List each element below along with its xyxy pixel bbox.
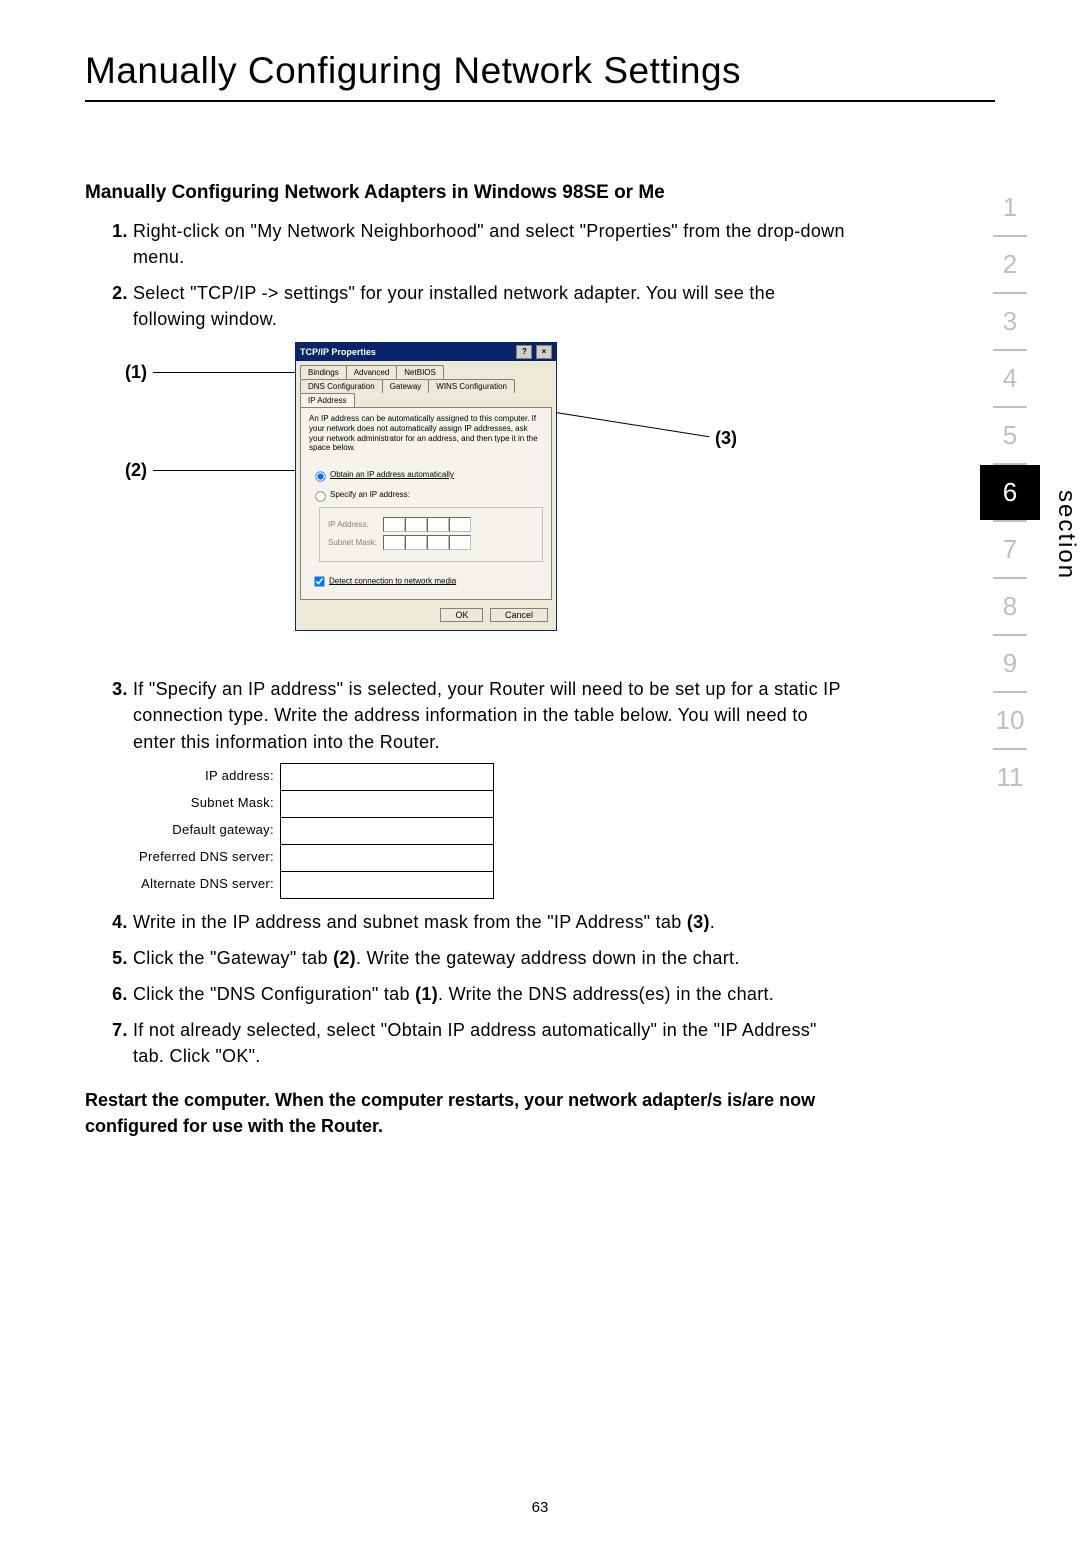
writein-mask-label: Subnet Mask: bbox=[139, 790, 280, 817]
sidebar-item-4[interactable]: 4 bbox=[980, 351, 1040, 406]
callout-1-line bbox=[153, 372, 298, 373]
dialog-titlebar: TCP/IP Properties ? × bbox=[296, 343, 556, 361]
dialog-figure: (1) (2) (3) TCP/IP Properties ? × Bindin… bbox=[125, 342, 995, 662]
sidebar-item-7[interactable]: 7 bbox=[980, 522, 1040, 577]
step-4-text-c: . bbox=[710, 912, 715, 932]
callout-2: (2) bbox=[125, 460, 147, 481]
subnet-mask-input[interactable] bbox=[383, 535, 471, 550]
sidebar-item-5[interactable]: 5 bbox=[980, 408, 1040, 463]
detect-connection-row[interactable]: Detect connection to network media bbox=[309, 572, 543, 591]
tab-ip-address[interactable]: IP Address bbox=[300, 393, 355, 407]
writein-pdns-label: Preferred DNS server: bbox=[139, 844, 280, 871]
step-1: Right-click on "My Network Neighborhood"… bbox=[133, 218, 853, 270]
callout-3: (3) bbox=[715, 428, 737, 449]
tab-gateway[interactable]: Gateway bbox=[382, 379, 430, 393]
tab-bindings[interactable]: Bindings bbox=[300, 365, 347, 379]
step-5-text-c: . Write the gateway address down in the … bbox=[356, 948, 740, 968]
step-6-text-c: . Write the DNS address(es) in the chart… bbox=[438, 984, 774, 1004]
ip-address-input[interactable] bbox=[383, 517, 471, 532]
tab-netbios[interactable]: NetBIOS bbox=[396, 365, 444, 379]
radio-specify[interactable]: Specify an IP address: bbox=[309, 487, 543, 503]
ip-fieldgroup: IP Address: Subnet Mask: bbox=[319, 507, 543, 562]
restart-note: Restart the computer. When the computer … bbox=[85, 1087, 825, 1139]
writein-adns-label: Alternate DNS server: bbox=[139, 871, 280, 898]
step-5-ref: (2) bbox=[333, 948, 356, 968]
sidebar-item-9[interactable]: 9 bbox=[980, 636, 1040, 691]
sidebar-item-1[interactable]: 1 bbox=[980, 180, 1040, 235]
step-3: If "Specify an IP address" is selected, … bbox=[133, 676, 853, 898]
sidebar-item-3[interactable]: 3 bbox=[980, 294, 1040, 349]
step-6-ref: (1) bbox=[415, 984, 438, 1004]
radio-specify-label: Specify an IP address: bbox=[330, 490, 410, 499]
step-6: Click the "DNS Configuration" tab (1). W… bbox=[133, 981, 853, 1007]
writein-table: IP address: Subnet Mask: Default gateway… bbox=[139, 763, 494, 899]
sidebar-item-11[interactable]: 11 bbox=[980, 750, 1040, 805]
subnet-mask-label: Subnet Mask: bbox=[328, 538, 383, 547]
sidebar-item-6[interactable]: 6 bbox=[980, 465, 1040, 520]
detect-connection-checkbox[interactable] bbox=[314, 576, 324, 586]
writein-ip-box[interactable] bbox=[280, 763, 493, 790]
radio-obtain-auto-label: Obtain an IP address automatically bbox=[330, 470, 454, 479]
step-4-ref: (3) bbox=[687, 912, 710, 932]
writein-gw-box[interactable] bbox=[280, 817, 493, 844]
step-6-text-a: Click the "DNS Configuration" tab bbox=[133, 984, 415, 1004]
dialog-description: An IP address can be automatically assig… bbox=[309, 414, 543, 452]
step-4-text-a: Write in the IP address and subnet mask … bbox=[133, 912, 687, 932]
section-label: section bbox=[1052, 490, 1080, 580]
section-heading: Manually Configuring Network Adapters in… bbox=[85, 182, 995, 204]
step-4: Write in the IP address and subnet mask … bbox=[133, 909, 853, 935]
section-sidebar: 1 2 3 4 5 6 7 8 9 10 11 bbox=[980, 180, 1040, 805]
radio-specify-input[interactable] bbox=[315, 491, 325, 501]
dialog-title-text: TCP/IP Properties bbox=[300, 347, 376, 357]
tab-advanced[interactable]: Advanced bbox=[346, 365, 398, 379]
tcpip-dialog: TCP/IP Properties ? × Bindings Advanced … bbox=[295, 342, 557, 630]
sidebar-item-10[interactable]: 10 bbox=[980, 693, 1040, 748]
tab-wins-configuration[interactable]: WINS Configuration bbox=[428, 379, 515, 393]
detect-connection-label: Detect connection to network media bbox=[329, 576, 456, 585]
tab-dns-configuration[interactable]: DNS Configuration bbox=[300, 379, 383, 393]
sidebar-item-2[interactable]: 2 bbox=[980, 237, 1040, 292]
writein-ip-label: IP address: bbox=[139, 763, 280, 790]
help-icon[interactable]: ? bbox=[516, 345, 532, 359]
callout-1: (1) bbox=[125, 362, 147, 383]
step-5: Click the "Gateway" tab (2). Write the g… bbox=[133, 945, 853, 971]
writein-pdns-box[interactable] bbox=[280, 844, 493, 871]
step-5-text-a: Click the "Gateway" tab bbox=[133, 948, 333, 968]
step-2: Select "TCP/IP -> settings" for your ins… bbox=[133, 280, 853, 332]
dialog-tabs-row2: DNS Configuration Gateway WINS Configura… bbox=[296, 379, 556, 407]
step-3-text: If "Specify an IP address" is selected, … bbox=[133, 679, 840, 751]
radio-obtain-auto-input[interactable] bbox=[315, 471, 325, 481]
ip-address-label: IP Address: bbox=[328, 520, 383, 529]
close-icon[interactable]: × bbox=[536, 345, 552, 359]
sidebar-item-8[interactable]: 8 bbox=[980, 579, 1040, 634]
callout-2-line bbox=[153, 470, 309, 471]
writein-adns-box[interactable] bbox=[280, 871, 493, 898]
cancel-button[interactable]: Cancel bbox=[490, 608, 548, 622]
page-number: 63 bbox=[0, 1499, 1080, 1516]
title-rule bbox=[85, 100, 995, 102]
writein-gw-label: Default gateway: bbox=[139, 817, 280, 844]
dialog-tabs-row1: Bindings Advanced NetBIOS bbox=[296, 361, 556, 379]
step-7: If not already selected, select "Obtain … bbox=[133, 1017, 853, 1069]
dialog-tab-body: An IP address can be automatically assig… bbox=[300, 407, 552, 599]
radio-obtain-auto[interactable]: Obtain an IP address automatically bbox=[309, 467, 543, 483]
writein-mask-box[interactable] bbox=[280, 790, 493, 817]
ok-button[interactable]: OK bbox=[440, 608, 483, 622]
page-title: Manually Configuring Network Settings bbox=[85, 50, 995, 92]
